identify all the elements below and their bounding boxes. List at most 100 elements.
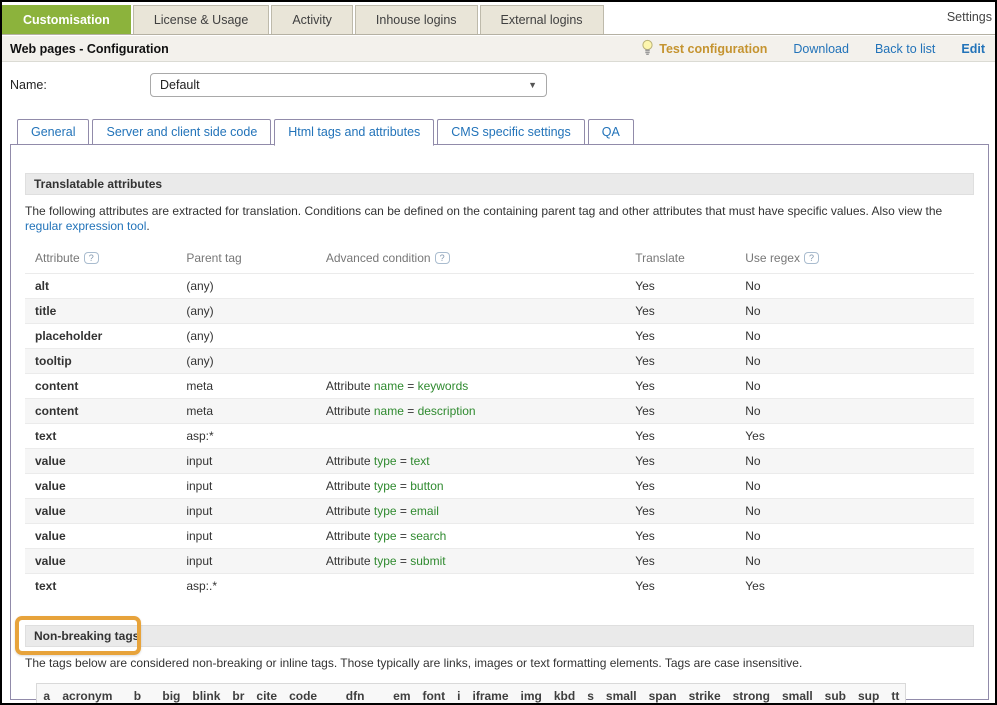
column-header-empty [923,247,974,274]
condition-part: Attribute [326,529,374,543]
condition-part: type [374,454,397,468]
cell-empty [923,349,974,374]
top-tab-license-usage[interactable]: License & Usage [133,5,270,34]
cell-attribute: text [25,574,186,599]
cell-use-regex: Yes [745,574,922,599]
column-header-parent-tag: Parent tag [186,247,326,274]
table-row: valueinputAttribute type = submitYesNo [25,549,974,574]
top-tab-strip: CustomisationLicense & UsageActivityInho… [2,2,995,35]
settings-link[interactable]: Settings [947,10,992,24]
cell-use-regex: No [745,374,922,399]
cell-advanced-condition: Attribute type = button [326,474,635,499]
column-label: Attribute [35,251,80,265]
cell-advanced-condition [326,274,635,299]
condition-part: type [374,554,397,568]
cell-translate: Yes [635,574,745,599]
condition-part: submit [410,554,445,568]
back-to-list-link[interactable]: Back to list [875,42,935,56]
table-row: valueinputAttribute type = searchYesNo [25,524,974,549]
column-label: Parent tag [186,251,241,265]
tag-item: dfn [323,684,387,705]
column-header-translate: Translate [635,247,745,274]
cell-empty [923,524,974,549]
cell-parent-tag: input [186,524,326,549]
help-icon[interactable]: ? [435,252,450,264]
cell-use-regex: No [745,524,922,549]
condition-part: name [374,404,404,418]
chevron-down-icon: ▼ [528,74,537,96]
tag-item: a [37,684,57,705]
tag-item: font [416,684,451,705]
cell-use-regex: No [745,399,922,424]
cell-attribute: title [25,299,186,324]
cell-attribute: value [25,499,186,524]
table-row: valueinputAttribute type = textYesNo [25,449,974,474]
condition-part: Attribute [326,554,374,568]
tag-item: blink [186,684,226,705]
sub-tab-cms-specific-settings[interactable]: CMS specific settings [437,119,584,145]
top-tab-customisation[interactable]: Customisation [2,5,131,34]
regular-expression-tool-link[interactable]: regular expression tool [25,219,146,233]
sub-tab-server-and-client-side-code[interactable]: Server and client side code [92,119,271,145]
test-configuration-button[interactable]: Test configuration [641,39,767,59]
cell-parent-tag: (any) [186,299,326,324]
cell-advanced-condition: Attribute type = email [326,499,635,524]
sub-tab-qa[interactable]: QA [588,119,634,145]
page-title: Web pages - Configuration [2,42,169,56]
tag-item: iframe [466,684,514,705]
top-tab-bar: CustomisationLicense & UsageActivityInho… [2,5,606,34]
cell-use-regex: Yes [745,424,922,449]
column-header-advanced-condition: Advanced condition? [326,247,635,274]
cell-attribute: text [25,424,186,449]
cell-attribute: value [25,549,186,574]
edit-link[interactable]: Edit [961,42,985,56]
condition-part: description [418,404,476,418]
tag-item: br [226,684,250,705]
tag-item: i [451,684,466,705]
cell-translate: Yes [635,474,745,499]
table-row: tooltip(any)YesNo [25,349,974,374]
cell-use-regex: No [745,549,922,574]
header-actions: Test configuration Download Back to list… [641,39,995,59]
sub-tab-html-tags-and-attributes[interactable]: Html tags and attributes [274,119,434,146]
top-tab-external-logins[interactable]: External logins [480,5,604,34]
translatable-attributes-description: The following attributes are extracted f… [25,204,974,234]
cell-translate: Yes [635,399,745,424]
description-text: The following attributes are extracted f… [25,204,942,218]
top-tab-inhouse-logins[interactable]: Inhouse logins [355,5,478,34]
cell-attribute: placeholder [25,324,186,349]
sub-tab-general[interactable]: General [17,119,89,145]
condition-part: type [374,529,397,543]
tag-item: tt [885,684,906,705]
table-row: placeholder(any)YesNo [25,324,974,349]
cell-attribute: alt [25,274,186,299]
cell-empty [923,574,974,599]
help-icon[interactable]: ? [84,252,99,264]
cell-use-regex: No [745,299,922,324]
tag-item: code [283,684,323,705]
condition-part: search [410,529,446,543]
lightbulb-icon [641,39,654,59]
non-breaking-section: Non-breaking tags [11,625,988,647]
top-tab-activity[interactable]: Activity [271,5,353,34]
download-link[interactable]: Download [793,42,849,56]
cell-advanced-condition: Attribute name = keywords [326,374,635,399]
cell-translate: Yes [635,374,745,399]
name-dropdown-value: Default [160,78,200,92]
tag-item: small [776,684,819,705]
help-icon[interactable]: ? [804,252,819,264]
description-period: . [146,219,149,233]
cell-parent-tag: asp:* [186,424,326,449]
tag-item: em [387,684,416,705]
column-label: Use regex [745,251,800,265]
condition-part: = [397,529,411,543]
cell-parent-tag: (any) [186,274,326,299]
cell-empty [923,324,974,349]
cell-use-regex: No [745,474,922,499]
condition-part: type [374,479,397,493]
cell-use-regex: No [745,274,922,299]
non-breaking-tags-description: The tags below are considered non-breaki… [25,656,974,671]
name-dropdown[interactable]: Default ▼ [150,73,547,97]
table-row: textasp:.*YesYes [25,574,974,599]
tag-item: b [118,684,156,705]
